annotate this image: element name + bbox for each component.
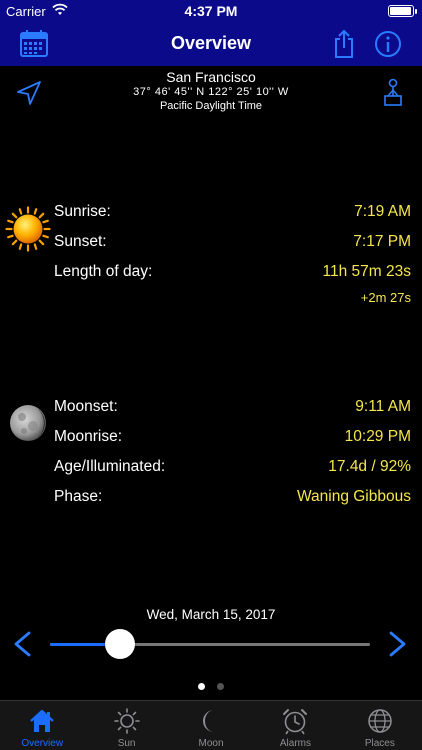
date-slider-track[interactable] bbox=[50, 643, 370, 646]
location-timezone: Pacific Daylight Time bbox=[159, 100, 263, 112]
navigation-bar: Overview bbox=[0, 22, 422, 66]
status-bar: Carrier 4:37 PM bbox=[0, 0, 422, 22]
day-length-row: Length of day: 11h 57m 23s bbox=[54, 263, 411, 285]
sun-icon bbox=[5, 206, 51, 252]
moonset-row: Moonset: 9:11 AM bbox=[54, 398, 411, 420]
location-header: San Francisco 37° 46' 45'' N 122° 25' 10… bbox=[60, 69, 362, 113]
tab-overview[interactable]: Overview bbox=[0, 701, 84, 750]
moonset-value: 9:11 AM bbox=[355, 398, 411, 415]
status-time: 4:37 PM bbox=[184, 3, 238, 19]
sunrise-row: Sunrise: 7:19 AM bbox=[54, 203, 411, 225]
tab-label: Places bbox=[364, 738, 395, 749]
sunset-row: Sunset: 7:17 PM bbox=[54, 233, 411, 255]
day-length-label: Length of day: bbox=[54, 263, 153, 280]
moon-icon bbox=[203, 710, 215, 732]
day-length-value: 11h 57m 23s bbox=[322, 263, 411, 280]
tab-moon[interactable]: Moon bbox=[169, 701, 253, 750]
moon-phase-row: Phase: Waning Gibbous bbox=[54, 488, 411, 510]
date-slider-thumb[interactable] bbox=[105, 629, 135, 659]
moon-age-label: Age/Illuminated: bbox=[54, 458, 166, 475]
moon-phase-value: Waning Gibbous bbox=[296, 488, 411, 505]
location-city: San Francisco bbox=[166, 69, 256, 85]
moonset-label: Moonset: bbox=[54, 398, 118, 415]
sunset-value: 7:17 PM bbox=[353, 233, 411, 250]
home-icon bbox=[30, 709, 54, 732]
moonrise-value: 10:29 PM bbox=[344, 428, 411, 445]
moon-age-row: Age/Illuminated: 17.4d / 92% bbox=[54, 458, 411, 480]
tab-label: Overview bbox=[21, 738, 64, 749]
tab-bar: Overview Sun Moon Alarms Places bbox=[0, 700, 422, 750]
tab-label: Sun bbox=[117, 738, 136, 749]
location-arrow-icon[interactable] bbox=[14, 78, 44, 108]
tab-sun[interactable]: Sun bbox=[84, 701, 168, 750]
battery-fill bbox=[390, 7, 411, 15]
tab-label: Moon bbox=[198, 738, 224, 749]
chevron-left-icon[interactable] bbox=[11, 630, 33, 658]
date-label: Wed, March 15, 2017 bbox=[146, 607, 276, 622]
day-length-delta: +2m 27s bbox=[360, 290, 411, 305]
sunrise-value: 7:19 AM bbox=[354, 203, 411, 220]
moonrise-row: Moonrise: 10:29 PM bbox=[54, 428, 411, 450]
sunset-label: Sunset: bbox=[54, 233, 107, 250]
globe-icon bbox=[368, 709, 392, 733]
moonrise-label: Moonrise: bbox=[54, 428, 123, 445]
moon-phase-label: Phase: bbox=[54, 488, 103, 505]
chevron-right-icon[interactable] bbox=[387, 630, 409, 658]
alarm-clock-icon bbox=[283, 709, 308, 735]
tab-alarms[interactable]: Alarms bbox=[253, 701, 337, 750]
page-dot-2[interactable] bbox=[217, 683, 225, 690]
sundial-icon[interactable] bbox=[382, 78, 404, 108]
share-icon[interactable] bbox=[328, 28, 360, 60]
moon-age-value: 17.4d / 92% bbox=[328, 458, 411, 475]
sun-icon bbox=[113, 708, 140, 734]
tab-label: Alarms bbox=[279, 738, 311, 749]
sunrise-label: Sunrise: bbox=[54, 203, 111, 220]
info-icon[interactable] bbox=[372, 28, 404, 60]
page-indicator[interactable] bbox=[0, 677, 422, 695]
tab-places[interactable]: Places bbox=[338, 701, 422, 750]
battery-icon bbox=[388, 5, 417, 17]
page-dot-1[interactable] bbox=[197, 683, 205, 690]
location-coordinates: 37° 46' 45'' N 122° 25' 10'' W bbox=[133, 86, 289, 98]
moon-icon bbox=[10, 405, 46, 441]
